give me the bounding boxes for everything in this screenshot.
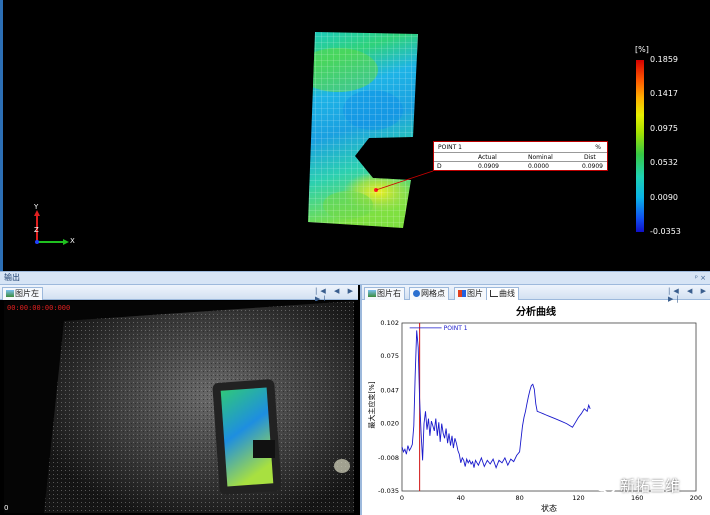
tab-grid-points[interactable]: 网格点 (409, 287, 449, 300)
color-scale-bar (636, 60, 644, 232)
tab-label: 图片 (467, 289, 483, 298)
colorbar-tick: 0.0090 (650, 193, 678, 202)
image-icon (6, 290, 14, 297)
tab-label: 图片左 (15, 289, 39, 298)
right-tabstrip: 图片右 网格点 图片 曲线 |◀ ◀ ▶ ▶| (362, 285, 710, 303)
callout-value-actual: 0.0909 (478, 163, 499, 170)
callout-value-row: D 0.0909 0.0000 0.0909 (434, 161, 607, 170)
left-image-pane: 图片左 |◀ ◀ ▶ ▶| 00:00:00:00:000 0 (0, 285, 358, 515)
callout-value-nominal: 0.0000 (528, 163, 549, 170)
callout-row-label: D (437, 163, 442, 170)
tab-label: 曲线 (499, 289, 515, 298)
camera-image[interactable] (4, 301, 354, 513)
callout-title: POINT 1 (438, 144, 462, 151)
y-tick-label: 0.020 (380, 420, 399, 428)
axis-label-y: Y (34, 203, 39, 211)
point-marker-label: POINT 1 (444, 325, 468, 332)
colorbar-tick: 0.0532 (650, 158, 678, 167)
plot-frame (401, 322, 697, 492)
x-axis-label: 状态 (541, 503, 557, 513)
curve-icon (490, 290, 498, 297)
colorbar-tick: 0.1417 (650, 89, 678, 98)
tab-label: 图片右 (377, 289, 401, 298)
callout-value-dist: 0.0909 (582, 163, 603, 170)
timestamp: 00:00:00:00:000 (7, 304, 71, 312)
colorbar-tick: 0.0975 (650, 124, 678, 133)
colorbar-tick: -0.0353 (650, 227, 681, 236)
y-tick-label: -0.035 (378, 487, 399, 495)
image-icon (368, 290, 376, 297)
frame-number: 0 (4, 504, 9, 512)
watermark-text: 新拓三维 (620, 477, 681, 495)
output-panel-title: 输出 (4, 273, 20, 282)
x-tick-label: 120 (572, 494, 584, 502)
axis-label-x: X (70, 237, 75, 245)
chart-title: 分析曲线 (516, 305, 556, 318)
y-tick-label: 0.047 (380, 386, 399, 394)
x-tick-label: 200 (690, 494, 702, 502)
watermark: 新拓三维 (594, 475, 680, 496)
axis-label-z: Z (34, 226, 39, 234)
colorbar-tick: 0.1859 (650, 55, 678, 64)
y-axis-label: 最大主应变[%] (367, 381, 376, 428)
tab-curve[interactable]: 曲线 (486, 287, 519, 300)
palette-icon (458, 290, 466, 297)
output-panel-header[interactable]: 输出 ᵖ × (0, 271, 710, 285)
callout-header-row: Actual Nominal Dist (434, 152, 607, 161)
wechat-icon (594, 478, 616, 493)
y-tick-label: -0.008 (378, 454, 399, 462)
tab-label: 网格点 (421, 289, 445, 298)
z-axis-dot (35, 240, 39, 244)
tab-image[interactable]: 图片 (454, 287, 487, 300)
3d-viewport[interactable]: Y Z X [%] 0.1859 0.1417 0.0975 0.0532 0.… (0, 0, 710, 271)
x-tick-label: 80 (515, 494, 523, 502)
callout-title-row: POINT 1 % (434, 143, 607, 152)
tab-right-image[interactable]: 图片右 (364, 287, 405, 300)
tab-left-image[interactable]: 图片左 (2, 287, 43, 300)
left-tabstrip: 图片左 |◀ ◀ ▶ ▶| (0, 285, 358, 303)
grid-point-icon (413, 290, 420, 297)
point-callout[interactable]: POINT 1 % Actual Nominal Dist D 0.0909 0… (433, 141, 608, 171)
pin-close-icon[interactable]: ᵖ × (695, 272, 706, 284)
x-tick-label: 0 (400, 494, 404, 502)
x-tick-label: 40 (457, 494, 465, 502)
callout-unit: % (595, 144, 601, 151)
app-window: Y Z X [%] 0.1859 0.1417 0.0975 0.0532 0.… (0, 0, 710, 515)
strain-mesh-overlay[interactable] (3, 0, 710, 271)
y-tick-label: 0.102 (380, 319, 399, 327)
y-tick-label: 0.075 (380, 352, 399, 360)
colorbar-unit: [%] (635, 45, 649, 54)
